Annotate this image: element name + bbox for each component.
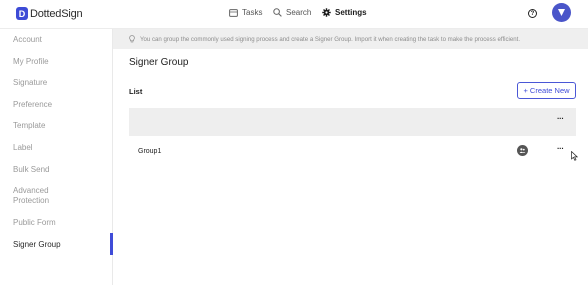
group-name[interactable]: Group1 xyxy=(138,148,161,155)
sidebar-item-public-form[interactable]: Public Form xyxy=(13,218,56,228)
group-members-icon[interactable] xyxy=(517,145,528,156)
table-header xyxy=(129,108,576,136)
sidebar-item-preference[interactable]: Preference xyxy=(13,100,52,110)
nav-search[interactable]: Search xyxy=(273,8,311,17)
page-title: Signer Group xyxy=(129,57,189,68)
settings-sidebar: Account My Profile Signature Preference … xyxy=(0,29,113,285)
tasks-icon xyxy=(229,8,238,17)
active-indicator xyxy=(110,233,113,255)
nav-search-label: Search xyxy=(286,8,312,17)
avatar-icon xyxy=(558,9,565,16)
mouse-cursor-icon xyxy=(571,148,579,166)
sidebar-item-my-profile[interactable]: My Profile xyxy=(13,57,49,67)
logo-mark: D xyxy=(16,7,28,20)
sidebar-item-signature[interactable]: Signature xyxy=(13,78,47,88)
header-more-icon[interactable]: ··· xyxy=(557,115,564,123)
user-avatar[interactable] xyxy=(552,3,571,22)
sidebar-item-signer-group[interactable]: Signer Group xyxy=(13,240,61,250)
create-new-button[interactable]: + Create New xyxy=(517,82,576,99)
question-circle-icon[interactable]: ? xyxy=(528,9,537,18)
info-banner: You can group the commonly used signing … xyxy=(113,29,588,49)
lightbulb-icon xyxy=(129,35,135,43)
banner-text: You can group the commonly used signing … xyxy=(140,35,521,43)
sidebar-item-advanced[interactable]: Advanced xyxy=(13,186,49,196)
nav-tasks-label: Tasks xyxy=(242,8,263,17)
table-row[interactable] xyxy=(129,139,576,165)
row-more-icon[interactable]: ··· xyxy=(557,145,564,153)
list-label: List xyxy=(129,87,143,96)
sidebar-item-account[interactable]: Account xyxy=(13,35,42,45)
sidebar-item-template[interactable]: Template xyxy=(13,121,45,131)
nav-settings-label: Settings xyxy=(335,8,367,17)
nav-settings[interactable]: Settings xyxy=(322,8,367,17)
sidebar-item-label[interactable]: Label xyxy=(13,143,33,153)
gear-icon xyxy=(322,8,331,17)
sidebar-item-bulk-send[interactable]: Bulk Send xyxy=(13,165,49,175)
app-logo[interactable]: D DottedSign xyxy=(16,7,83,20)
sidebar-item-protection[interactable]: Protection xyxy=(13,196,49,206)
logo-text: DottedSign xyxy=(30,7,83,20)
top-bar: D DottedSign Tasks Search Settings ? xyxy=(0,0,588,29)
search-icon xyxy=(273,8,282,17)
nav-tasks[interactable]: Tasks xyxy=(229,8,262,17)
